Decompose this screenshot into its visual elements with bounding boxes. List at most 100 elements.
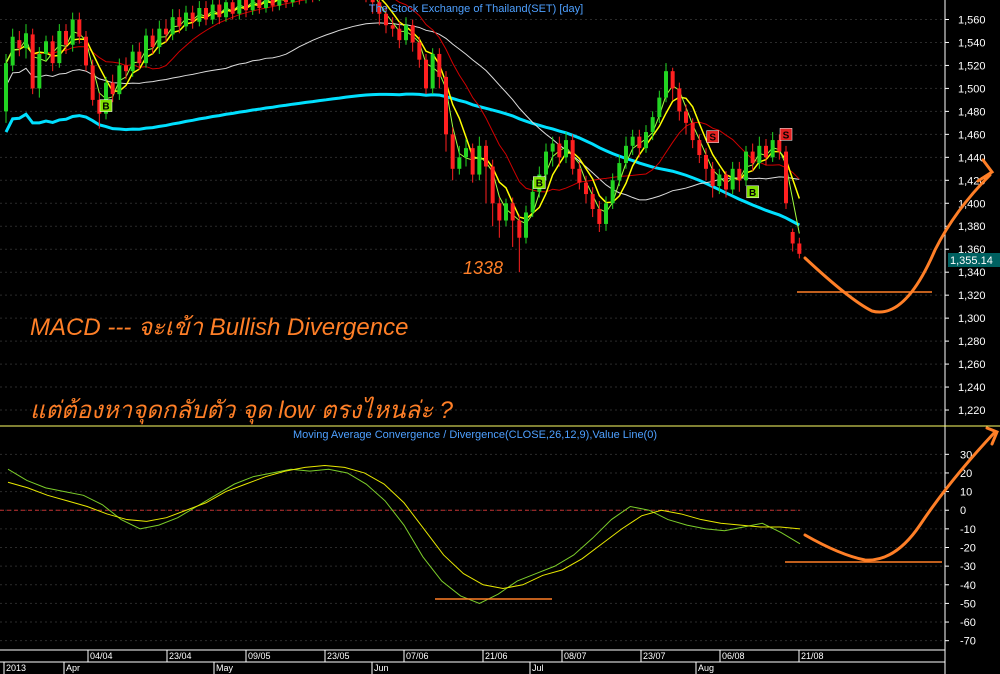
buy-marker-label: B <box>536 179 543 190</box>
candle-body <box>384 13 388 26</box>
price-tick-label: 1,280 <box>958 336 986 348</box>
candle-body <box>204 8 208 20</box>
price-tick-label: 1,500 <box>958 83 986 95</box>
candle-body <box>577 168 582 183</box>
candle-body <box>477 145 482 175</box>
candle-body <box>410 25 415 43</box>
macd-tick-label: 10 <box>960 487 972 499</box>
candle-body <box>630 136 635 146</box>
macd-series-line <box>7 464 801 590</box>
candle-body <box>210 4 215 20</box>
date-tick-label: 04/04 <box>90 651 113 661</box>
price-tick-label: 1,240 <box>958 382 986 394</box>
macd-series-line <box>7 468 801 604</box>
price-tick-label: 1,440 <box>958 152 986 164</box>
price-tick-label: 1,560 <box>958 14 986 26</box>
candle-body <box>237 0 242 14</box>
price-tick-label: 1,300 <box>958 313 986 325</box>
date-tick-label: 23/05 <box>327 651 350 661</box>
candlestick-series <box>4 0 802 273</box>
candle-body <box>224 2 228 18</box>
annotation-line-1: MACD --- จะเข้า Bullish Divergence <box>30 314 408 341</box>
candle-body <box>544 151 548 175</box>
date-tick-label: 23/04 <box>169 651 192 661</box>
price-tick-label: 1,480 <box>958 106 986 118</box>
candle-body <box>50 41 55 64</box>
date-tick-label: 21/08 <box>801 651 824 661</box>
candle-body <box>737 168 742 181</box>
candle-body <box>397 28 402 41</box>
candle-body <box>270 0 275 6</box>
candle-body <box>764 145 768 158</box>
price-tick-label: 1,340 <box>958 267 986 279</box>
candle-body <box>277 0 282 6</box>
candle-body <box>650 117 655 133</box>
moving-average-lines <box>4 0 801 234</box>
candle-body <box>117 65 122 95</box>
candle-body <box>177 17 182 27</box>
candle-body <box>404 25 408 41</box>
candle-body <box>777 140 782 152</box>
candle-body <box>144 35 148 64</box>
candle-body <box>517 220 522 238</box>
sell-marker-label: S <box>709 133 716 144</box>
ma-price-line <box>5 0 800 234</box>
candle-body <box>597 209 602 224</box>
candle-body <box>217 4 222 18</box>
candle-body <box>644 132 648 149</box>
last-price-label: 1,355.14 <box>950 255 993 267</box>
candle-body <box>264 0 268 8</box>
candle-body <box>10 36 15 66</box>
price-tick-label: 1,260 <box>958 359 986 371</box>
candle-body <box>124 65 128 72</box>
date-tick-label: 23/07 <box>643 651 666 661</box>
candle-body <box>257 0 262 8</box>
candle-body <box>664 71 668 98</box>
candle-body <box>64 30 68 45</box>
candle-body <box>490 166 495 204</box>
sell-marker-label: S <box>783 130 790 141</box>
candle-body <box>704 155 708 169</box>
candle-body <box>470 148 475 175</box>
candle-body <box>184 12 188 27</box>
candle-body <box>564 140 568 158</box>
candle-body <box>550 143 555 152</box>
candle-body <box>617 163 622 181</box>
candle-body <box>690 122 695 141</box>
candle-body <box>244 0 248 11</box>
macd-tick-label: -30 <box>960 561 976 573</box>
candle-body <box>784 151 788 204</box>
macd-tick-label: -50 <box>960 598 976 610</box>
candle-body <box>717 174 722 187</box>
price-chart-title: The Stock Exchange of Thailand(SET) [day… <box>369 3 583 15</box>
month-tick-label: May <box>216 663 234 673</box>
candle-body <box>757 145 762 164</box>
price-tick-label: 1,220 <box>958 405 986 417</box>
candle-body <box>484 145 488 167</box>
candle-body <box>37 53 42 89</box>
price-tick-label: 1,320 <box>958 290 986 302</box>
candle-body <box>110 82 115 95</box>
candle-body <box>164 28 168 35</box>
candle-body <box>370 0 375 3</box>
candle-body <box>530 191 535 213</box>
candle-body <box>744 151 748 181</box>
candle-body <box>44 41 48 54</box>
candle-body <box>450 134 455 169</box>
month-tick-label: Jul <box>532 663 544 673</box>
macd-tick-label: -20 <box>960 543 976 555</box>
candle-body <box>90 65 95 100</box>
candle-body <box>557 143 562 158</box>
macd-tick-label: -10 <box>960 524 976 536</box>
month-tick-label: Apr <box>66 663 80 673</box>
buy-marker-label: B <box>102 102 109 113</box>
candle-body <box>504 203 508 221</box>
candle-body <box>390 25 395 29</box>
candle-body <box>57 30 62 64</box>
candle-body <box>590 194 595 210</box>
candle-body <box>417 42 422 60</box>
date-tick-label: 09/05 <box>248 651 271 661</box>
candle-body <box>137 51 142 64</box>
buy-marker-label: B <box>749 188 756 199</box>
candle-body <box>677 88 682 112</box>
